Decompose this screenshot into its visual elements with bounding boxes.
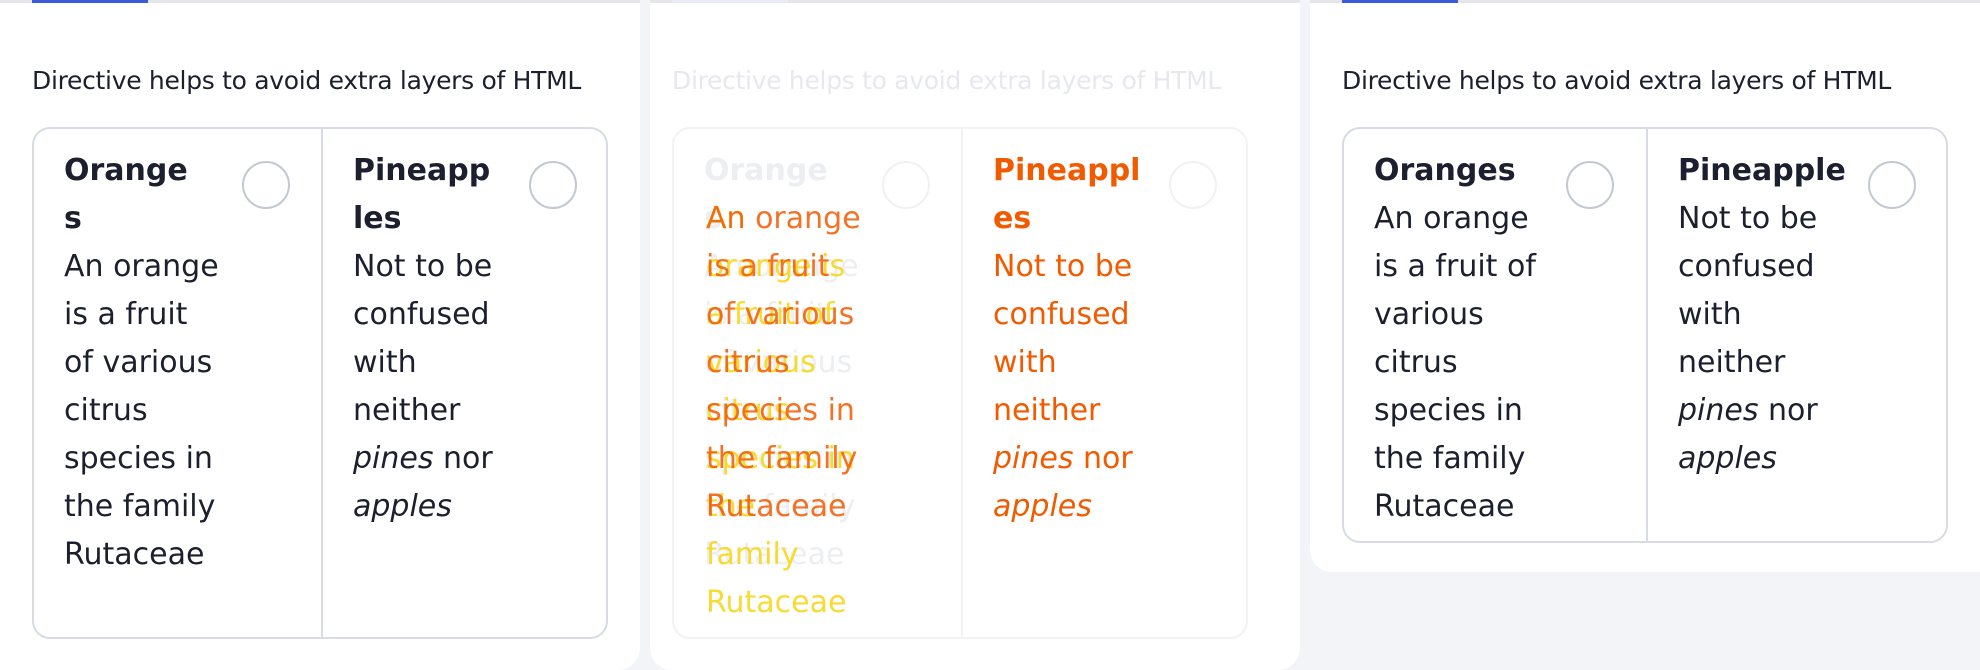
card-description: Not to be confused with neither pines no… xyxy=(1678,201,1818,476)
demo-panel-left: Directive helps to avoid extra layers of… xyxy=(0,0,640,670)
card-oranges[interactable]: Oranges An orange is a fruit of various … xyxy=(674,129,961,637)
card-title: Pineapples xyxy=(993,153,1141,236)
card-title: Oranges xyxy=(1374,153,1516,188)
demo-caption: Directive helps to avoid extra layers of… xyxy=(32,66,582,95)
active-tab-indicator xyxy=(32,0,148,3)
card-oranges[interactable]: Oranges An orange is a fruit of various … xyxy=(34,129,321,637)
card-title: Pineapple xyxy=(1678,153,1846,188)
radio-card-group: Oranges An orange is a fruit of various … xyxy=(1342,127,1948,543)
card-description-transition: An orange is a fruit of various citrus s… xyxy=(706,201,861,524)
card-pineapple[interactable]: Pineapple Not to be confused with neithe… xyxy=(1646,129,1946,541)
active-tab-indicator xyxy=(1342,0,1458,3)
card-description: An orange is a fruit of various citrus s… xyxy=(1374,201,1536,524)
active-tab-indicator xyxy=(672,0,788,3)
radio-unchecked-icon[interactable] xyxy=(882,161,930,209)
radio-unchecked-icon[interactable] xyxy=(1566,161,1614,209)
card-pineapples[interactable]: Pineapples Not to be confused with neith… xyxy=(961,129,1246,637)
demo-panel-right: Directive helps to avoid extra layers of… xyxy=(1310,0,1980,572)
card-pineapples[interactable]: Pineapples Not to be confused with neith… xyxy=(321,129,606,637)
radio-unchecked-icon[interactable] xyxy=(1868,161,1916,209)
radio-card-group: Oranges An orange is a fruit of various … xyxy=(672,127,1248,639)
card-description-transition: Not to be confused with neither pines no… xyxy=(993,249,1133,524)
radio-unchecked-icon[interactable] xyxy=(242,161,290,209)
radio-card-group: Oranges An orange is a fruit of various … xyxy=(32,127,608,639)
radio-unchecked-icon[interactable] xyxy=(529,161,577,209)
card-oranges[interactable]: Oranges An orange is a fruit of various … xyxy=(1344,129,1646,541)
card-title: Oranges xyxy=(64,153,188,236)
radio-unchecked-icon[interactable] xyxy=(1169,161,1217,209)
card-description: Not to be confused with neither pines no… xyxy=(353,249,493,524)
demo-panel-middle: Directive helps to avoid extra layers of… xyxy=(650,0,1300,670)
card-title: Pineapples xyxy=(353,153,491,236)
card-description: An orange is a fruit of various citrus s… xyxy=(64,249,219,572)
demo-caption: Directive helps to avoid extra layers of… xyxy=(672,66,1222,95)
demo-caption: Directive helps to avoid extra layers of… xyxy=(1342,66,1892,95)
